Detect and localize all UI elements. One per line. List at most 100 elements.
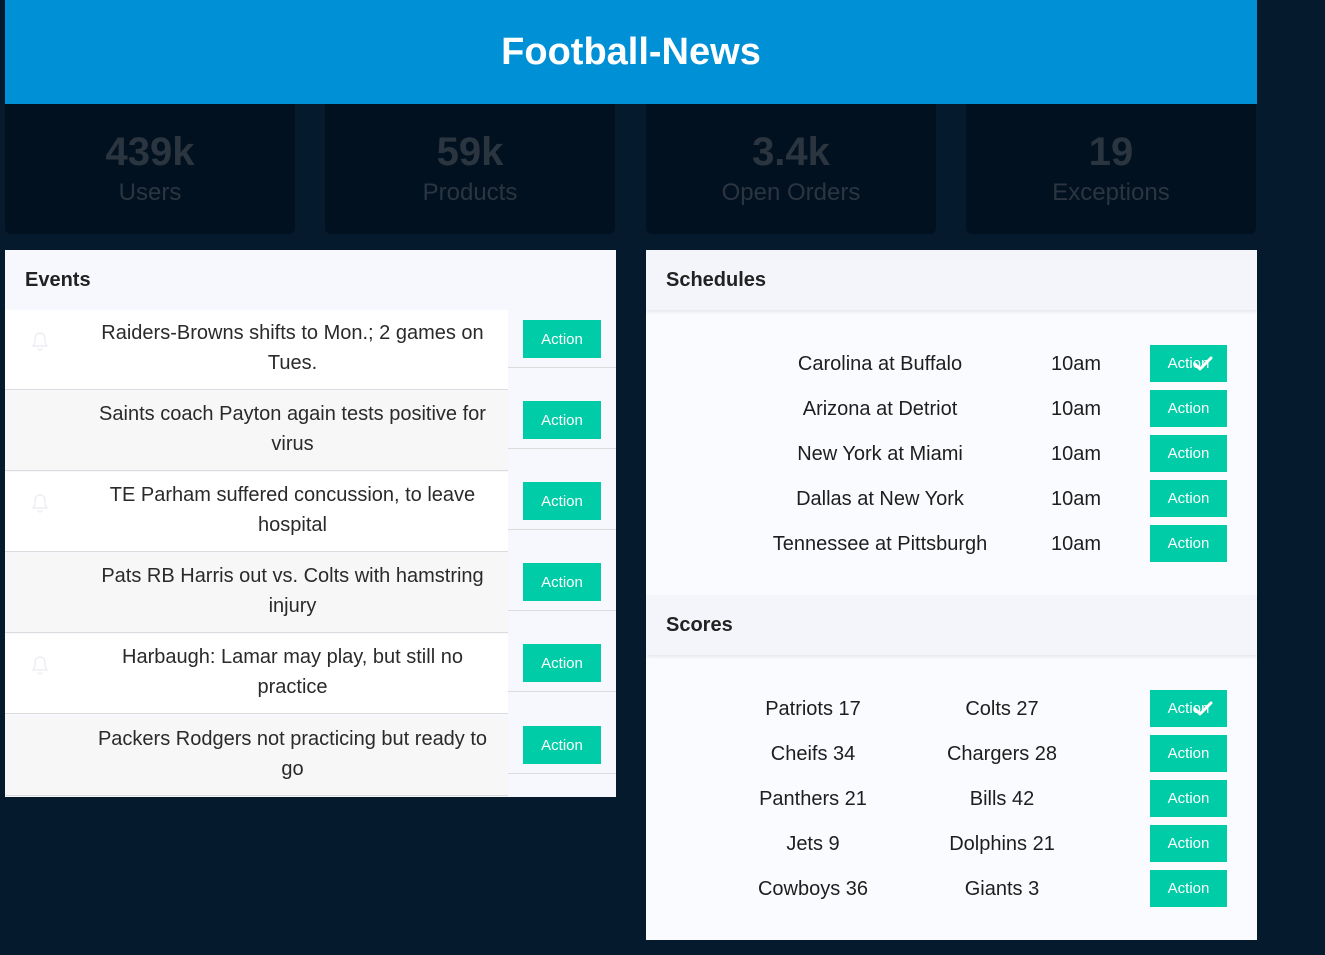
stat-exceptions: 19 Exceptions: [966, 104, 1256, 234]
event-action-button[interactable]: Action: [523, 726, 601, 764]
stat-label: Products: [422, 179, 518, 206]
score-away: Bills 42: [969, 788, 1035, 810]
event-row: Harbaugh: Lamar may play, but still no pr…: [5, 634, 616, 715]
action-label: Action: [1167, 790, 1210, 807]
event-action-button[interactable]: Action: [523, 401, 601, 439]
app-header: Football-News: [5, 0, 1257, 104]
score-home: Cowboys 36: [757, 878, 869, 900]
checkmark-icon: [1193, 355, 1213, 377]
stat-open-orders: 3.4k Open Orders: [646, 104, 936, 234]
event-text-line: TE Parham suffered concussion, to leave: [109, 484, 476, 506]
score-row: Cheifs 34 Chargers 28 Action: [646, 735, 1257, 780]
stat-value: 59k: [436, 130, 504, 174]
scores-title: Scores: [646, 595, 1257, 655]
score-action-button[interactable]: Action: [1150, 735, 1227, 772]
schedule-action-button[interactable]: Action: [1150, 525, 1227, 562]
schedule-row: New York at Miami 10am Action: [646, 435, 1257, 480]
score-home: Jets 9: [786, 833, 840, 855]
row-divider: [508, 367, 616, 368]
schedule-game: Arizona at Detriot: [802, 398, 958, 420]
schedules-title: Schedules: [646, 250, 1257, 310]
row-divider: [508, 529, 616, 530]
row-divider: [508, 773, 616, 774]
score-away: Chargers 28: [946, 743, 1058, 765]
event-cell: Packers Rodgers not practicing but ready…: [5, 716, 508, 796]
event-text-line: Pats RB Harris out vs. Colts with hamstr…: [101, 565, 484, 587]
schedule-game: Tennessee at Pittsburgh: [772, 533, 988, 555]
schedule-time: 10am: [1050, 353, 1102, 375]
score-action-button[interactable]: Action: [1150, 825, 1227, 862]
schedule-game: Dallas at New York: [796, 488, 964, 510]
schedules-scores-card: Schedules Carolina at Buffalo 10am Action A…: [646, 250, 1257, 940]
event-action-button[interactable]: Action: [523, 644, 601, 682]
schedule-time: 10am: [1050, 398, 1102, 420]
score-row: Patriots 17 Colts 27 Action: [646, 690, 1257, 735]
event-text: TE Parham suffered concussion, to leave h…: [85, 480, 500, 540]
event-row: Raiders-Browns shifts to Mon.; 2 games o…: [5, 310, 616, 391]
stat-label: Exceptions: [1052, 179, 1170, 206]
score-home: Panthers 21: [759, 788, 867, 810]
schedule-row: Carolina at Buffalo 10am Action: [646, 345, 1257, 390]
stat-products: 59k Products: [325, 104, 615, 234]
action-label: Action: [1167, 745, 1210, 762]
action-label: Action: [1167, 880, 1210, 897]
stat-value: 19: [1088, 130, 1134, 174]
schedule-action-button[interactable]: Action: [1150, 480, 1227, 517]
event-cell: TE Parham suffered concussion, to leave h…: [5, 472, 508, 552]
event-text: Pats RB Harris out vs. Colts with hamstr…: [85, 561, 500, 621]
score-row: Panthers 21 Bills 42 Action: [646, 780, 1257, 825]
event-cell: Saints coach Payton again tests positive…: [5, 391, 508, 471]
score-action-button[interactable]: Action: [1150, 780, 1227, 817]
event-cell: Raiders-Browns shifts to Mon.; 2 games o…: [5, 310, 508, 390]
score-away: Giants 3: [964, 878, 1040, 900]
score-action-button[interactable]: Action: [1150, 870, 1227, 907]
checkmark-icon: [1193, 700, 1213, 722]
schedule-action-button[interactable]: Action: [1150, 345, 1227, 382]
app-title: Football-News: [501, 30, 761, 73]
bell-icon: [31, 656, 49, 676]
row-divider: [508, 448, 616, 449]
event-action-button[interactable]: Action: [523, 320, 601, 358]
event-text: Saints coach Payton again tests positive…: [85, 399, 500, 459]
event-text-line: Saints coach Payton again tests positive…: [99, 403, 486, 425]
event-text: Harbaugh: Lamar may play, but still no pr…: [85, 642, 500, 702]
schedule-action-button[interactable]: Action: [1150, 435, 1227, 472]
event-row: Packers Rodgers not practicing but ready…: [5, 716, 616, 797]
event-row: Saints coach Payton again tests positive…: [5, 391, 616, 472]
event-row: TE Parham suffered concussion, to leave h…: [5, 472, 616, 553]
event-text-line: Raiders-Browns shifts to Mon.; 2 games o…: [101, 322, 484, 344]
schedule-time: 10am: [1050, 533, 1102, 555]
stat-value: 439k: [105, 130, 195, 174]
score-action-button[interactable]: Action: [1150, 690, 1227, 727]
bell-icon: [31, 332, 49, 352]
event-row: Pats RB Harris out vs. Colts with hamstr…: [5, 553, 616, 634]
event-text-line: practice: [257, 676, 328, 698]
stat-users: 439k Users: [5, 104, 295, 234]
schedule-game: Carolina at Buffalo: [797, 353, 963, 375]
action-label: Action: [1167, 535, 1210, 552]
action-label: Action: [1167, 400, 1210, 417]
schedule-game: New York at Miami: [797, 443, 963, 465]
score-home: Patriots 17: [765, 698, 861, 720]
action-label: Action: [1167, 835, 1210, 852]
event-text: Packers Rodgers not practicing but ready…: [85, 724, 500, 784]
action-label: Action: [1167, 490, 1210, 507]
events-title: Events: [25, 268, 91, 291]
score-row: Cowboys 36 Giants 3 Action: [646, 870, 1257, 915]
schedule-time: 10am: [1050, 488, 1102, 510]
schedule-row: Arizona at Detriot 10am Action: [646, 390, 1257, 435]
score-away: Colts 27: [965, 698, 1039, 720]
event-text-line: Harbaugh: Lamar may play, but still no: [122, 646, 463, 668]
score-home: Cheifs 34: [770, 743, 856, 765]
event-action-button[interactable]: Action: [523, 563, 601, 601]
event-cell: Harbaugh: Lamar may play, but still no pr…: [5, 634, 508, 714]
score-row: Jets 9 Dolphins 21 Action: [646, 825, 1257, 870]
event-action-button[interactable]: Action: [523, 482, 601, 520]
schedule-row: Dallas at New York 10am Action: [646, 480, 1257, 525]
schedule-action-button[interactable]: Action: [1150, 390, 1227, 427]
events-card: Events Raiders-Browns shifts to Mon.; 2 …: [5, 250, 616, 797]
schedule-time: 10am: [1050, 443, 1102, 465]
stat-value: 3.4k: [752, 130, 830, 174]
score-away: Dolphins 21: [949, 833, 1055, 855]
event-text-line: virus: [271, 433, 314, 455]
